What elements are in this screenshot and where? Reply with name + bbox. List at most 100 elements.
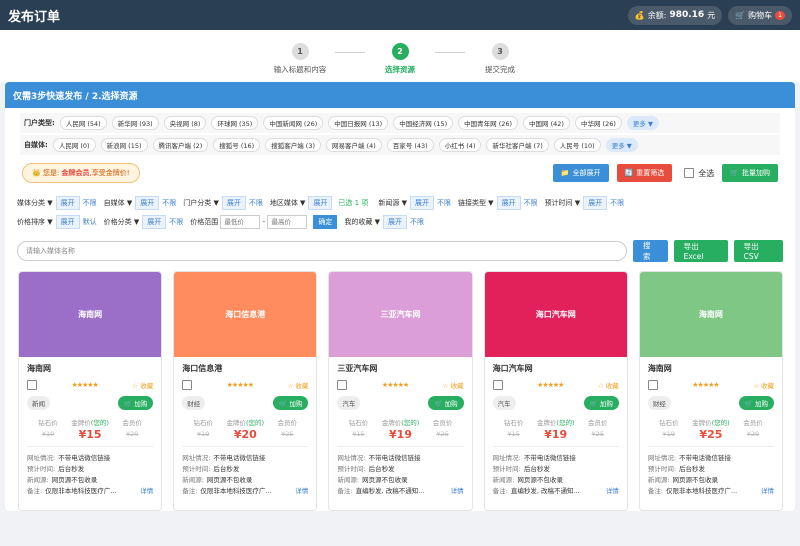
- gold-price: ¥19: [544, 428, 568, 441]
- export-csv-button[interactable]: 导出CSV: [733, 240, 783, 262]
- detail-link[interactable]: 详情: [140, 486, 153, 497]
- favorite-button[interactable]: ☆ 收藏: [598, 380, 619, 390]
- portal-tag[interactable]: 人民网 (54): [59, 116, 107, 130]
- note-info: 直编秒发, 改稿不通知...: [510, 487, 580, 495]
- min-price-input[interactable]: [220, 215, 261, 229]
- media-card[interactable]: 海口信息港 海口信息港 ★★★★★ ☆ 收藏 财经 🛒 加购 钻石价 ¥19 金牌…: [173, 271, 318, 511]
- media-card[interactable]: 海南网 海南网 ★★★★★ ☆ 收藏 新闻 🛒 加购 钻石价 ¥10 金牌价(您的…: [18, 271, 163, 511]
- portal-tag[interactable]: 中国日报网 (13): [328, 116, 389, 130]
- favorite-button[interactable]: ☆ 收藏: [443, 380, 464, 390]
- filter-self-media[interactable]: 自媒体 ▼ 展开 不限: [104, 196, 176, 210]
- export-excel-button[interactable]: 导出Excel: [673, 240, 728, 262]
- self-media-tag[interactable]: 小红书 (4): [438, 138, 482, 152]
- portal-tag[interactable]: 中国经济网 (15): [393, 116, 454, 130]
- filter-news-source[interactable]: 新闻源 ▼ 展开 不限: [378, 196, 451, 210]
- bulk-add-label: 批量加购: [742, 169, 770, 177]
- filter-price-category[interactable]: 价格分类 ▼ 展开 不限: [104, 215, 183, 229]
- bulk-add-button[interactable]: 🛒 批量加购: [722, 164, 778, 182]
- add-to-cart-button[interactable]: 🛒 加购: [738, 396, 775, 410]
- card-checkbox[interactable]: [337, 380, 348, 390]
- self-media-tag[interactable]: 人民号 (10): [553, 138, 601, 152]
- detail-link[interactable]: 详情: [606, 486, 619, 497]
- search-row: 请输入媒体名称 搜索 导出Excel 导出CSV: [17, 240, 783, 262]
- detail-link[interactable]: 详情: [761, 486, 774, 497]
- add-to-cart-button[interactable]: 🛒 加购: [428, 396, 464, 410]
- source-info: 网页源不包收录: [517, 476, 563, 484]
- card-checkbox[interactable]: [182, 380, 193, 390]
- cart-button[interactable]: 🛒 购物车 1: [728, 5, 792, 25]
- favorite-button[interactable]: ☆ 收藏: [753, 380, 774, 390]
- add-to-cart-button[interactable]: 🛒 加购: [118, 396, 154, 410]
- reset-filter-button[interactable]: 🔄 重置筛选: [616, 164, 673, 182]
- card-cover: 海口汽车网: [484, 272, 627, 357]
- media-card[interactable]: 海口汽车网 海口汽车网 ★★★★★ ☆ 收藏 汽车 🛒 加购 钻石价 ¥15 金牌…: [483, 271, 628, 511]
- gold-label: 金牌价: [226, 419, 247, 427]
- gold-price: ¥20: [233, 428, 257, 441]
- add-to-cart-button[interactable]: 🛒 加购: [583, 396, 619, 410]
- cover-title: 三亚汽车网: [380, 310, 421, 319]
- select-all-label: 全选: [698, 168, 715, 178]
- source-info: 网页源不包收录: [51, 476, 98, 484]
- portal-tag[interactable]: 中国新闻网 (26): [263, 116, 324, 130]
- filter-link-type[interactable]: 链接类型 ▼ 展开 不限: [458, 196, 538, 210]
- portal-tag[interactable]: 中华网 (26): [574, 116, 622, 130]
- self-media-tag[interactable]: 腾讯客户端 (2): [152, 138, 209, 152]
- filter-portal-category[interactable]: 门户分类 ▼ 展开 不限: [183, 196, 263, 210]
- step-label: 选择资源: [385, 65, 415, 74]
- filter-my-favorites[interactable]: 我的收藏 ▼ 展开 不限: [344, 215, 424, 229]
- diamond-price: ¥15: [352, 430, 365, 438]
- search-button[interactable]: 搜索: [633, 240, 668, 262]
- member-price: ¥25: [281, 430, 294, 438]
- step-label: 输入标题和内容: [273, 65, 327, 74]
- card-checkbox[interactable]: [27, 380, 37, 390]
- media-card[interactable]: 海南网 海南网 ★★★★★ ☆ 收藏 财经 🛒 加购 钻石价 ¥19 金牌价(您的…: [638, 271, 784, 511]
- self-media-tag[interactable]: 百家号 (43): [386, 138, 434, 152]
- media-card-list: 海南网 海南网 ★★★★★ ☆ 收藏 新闻 🛒 加购 钻石价 ¥10 金牌价(您的…: [18, 271, 784, 511]
- search-placeholder: 请输入媒体名称: [26, 247, 75, 255]
- self-media-row: 自媒体: 人民网 (0) 新浪网 (15) 腾讯客户端 (2) 搜狐号 (16) 搜狐客…: [20, 135, 780, 155]
- detail-link[interactable]: 详情: [295, 486, 308, 497]
- gold-label: 金牌价: [692, 419, 712, 427]
- self-media-tag[interactable]: 搜狐号 (16): [213, 138, 261, 152]
- gold-price: ¥19: [389, 428, 412, 441]
- media-card[interactable]: 三亚汽车网 三亚汽车网 ★★★★★ ☆ 收藏 汽车 🛒 加购 钻石价 ¥15 金牌…: [328, 271, 473, 511]
- self-media-tag[interactable]: 搜狐客户端 (3): [265, 138, 321, 152]
- favorite-button[interactable]: ☆ 收藏: [132, 380, 153, 390]
- top-bar: 发布订单 💰 余额: 980.16 元 🛒 购物车 1: [0, 0, 800, 30]
- self-media-tag[interactable]: 新华社客户端 (7): [486, 138, 549, 152]
- folder-icon: 📁: [560, 169, 570, 177]
- rating-stars: ★★★★★: [71, 381, 98, 389]
- card-checkbox[interactable]: [647, 380, 658, 390]
- add-to-cart-button[interactable]: 🛒 加购: [273, 396, 309, 410]
- self-media-tag[interactable]: 新浪网 (15): [100, 138, 148, 152]
- filter-price-sort[interactable]: 价格排序 ▼ 展开 默认: [17, 215, 97, 229]
- category-tag: 财经: [182, 396, 206, 410]
- eta-info: 后台秒发: [58, 465, 85, 473]
- card-title: 海南网: [647, 364, 672, 373]
- self-media-tag[interactable]: 人民网 (0): [52, 138, 96, 152]
- filter-region-media[interactable]: 地区媒体 ▼ 展开 已选 1 项: [270, 196, 372, 210]
- price-confirm-button[interactable]: 确定: [313, 215, 338, 229]
- cart-icon: 🛒: [730, 169, 739, 177]
- self-media-more-button[interactable]: 更多 ▼: [605, 138, 638, 152]
- portal-tag[interactable]: 环球网 (35): [211, 116, 259, 130]
- select-all-checkbox[interactable]: [684, 168, 695, 178]
- expand-all-button[interactable]: 📁 全部展开: [552, 164, 609, 182]
- vip-suffix: ,享受金牌价!: [89, 169, 130, 177]
- portal-tag[interactable]: 中国网 (42): [523, 116, 570, 130]
- media-search-input[interactable]: 请输入媒体名称: [17, 241, 627, 261]
- portal-more-button[interactable]: 更多 ▼: [626, 116, 659, 130]
- card-checkbox[interactable]: [492, 380, 503, 390]
- filter-eta[interactable]: 预计时间 ▼ 展开 不限: [545, 196, 624, 210]
- crown-icon: 👑: [32, 169, 41, 177]
- portal-tag[interactable]: 中国青年网 (26): [458, 116, 519, 130]
- filter-media-category[interactable]: 媒体分类 ▼ 展开 不限: [17, 196, 97, 210]
- self-media-tag[interactable]: 网易客户端 (4): [326, 138, 382, 152]
- portal-tag[interactable]: 新华网 (93): [111, 116, 159, 130]
- step-label: 提交完成: [485, 65, 515, 74]
- portal-tag[interactable]: 央视网 (8): [163, 116, 207, 130]
- detail-link[interactable]: 详情: [451, 486, 464, 497]
- favorite-button[interactable]: ☆ 收藏: [288, 380, 309, 390]
- gold-mine-label: (您的): [90, 419, 109, 427]
- max-price-input[interactable]: [267, 215, 308, 229]
